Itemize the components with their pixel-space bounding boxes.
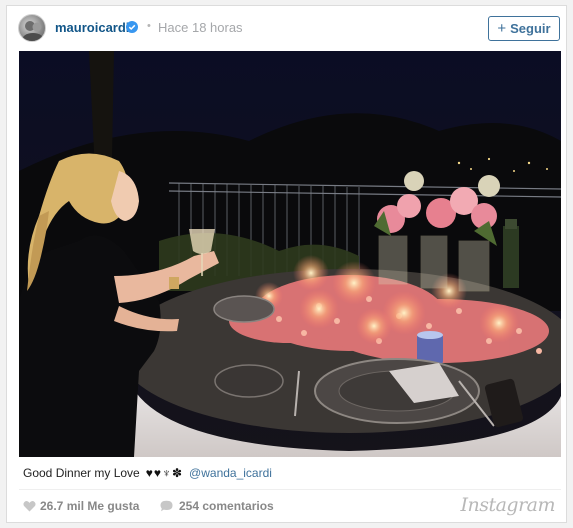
instagram-logo[interactable]: Instagram [460,494,555,516]
post-card: mauroicardi • Hace 18 horas + Seguir Goo… [6,5,567,523]
plus-icon: + [497,20,507,37]
separator-dot: • [147,20,151,32]
caption-emoji: ♥♥♆✽ [145,466,184,480]
heart-icon[interactable] [23,500,36,512]
likes-count[interactable]: 26.7 mil Me gusta [40,499,139,513]
comment-bubble-icon[interactable] [160,500,173,512]
post-footer: 26.7 mil Me gusta 254 comentarios Instag… [19,489,561,520]
profile-avatar[interactable] [18,14,46,42]
follow-label: Seguir [510,21,551,36]
post-header: mauroicardi • Hace 18 horas + Seguir [7,6,566,51]
post-photo[interactable] [19,51,561,457]
caption-text: Good Dinner my Love [23,466,140,480]
verified-badge-icon [126,21,138,33]
mention-link[interactable]: @wanda_icardi [189,466,272,480]
comments-count[interactable]: 254 comentarios [179,499,274,513]
username-link[interactable]: mauroicardi [55,20,129,35]
follow-button[interactable]: + Seguir [488,16,560,41]
post-caption: Good Dinner my Love ♥♥♆✽ @wanda_icardi [23,464,272,482]
post-time[interactable]: Hace 18 horas [158,20,243,35]
dinner-photo-image [19,51,561,457]
